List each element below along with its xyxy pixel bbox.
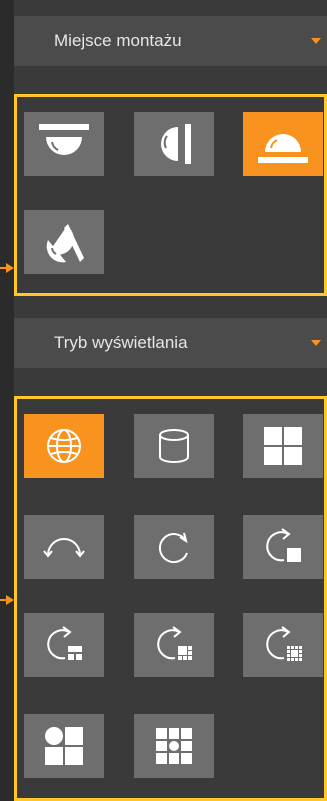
display-mode-label: Tryb wyświetlania <box>54 333 188 352</box>
360-panorama-button[interactable] <box>134 515 214 579</box>
cylinder-icon <box>159 429 189 463</box>
floor-dome-icon <box>258 134 308 163</box>
quad-mixed-icon <box>45 727 83 765</box>
360-plus-6-button[interactable] <box>134 613 214 677</box>
quad-view-button[interactable] <box>243 414 323 478</box>
display-mode-dropdown[interactable]: Tryb wyświetlania <box>14 318 327 368</box>
circular-arrow-six-icon <box>157 626 192 660</box>
fisheye-plus-3-button[interactable] <box>24 714 104 778</box>
fisheye-plus-8-button[interactable] <box>134 714 214 778</box>
wall-mount-button[interactable] <box>134 112 214 176</box>
floor-mount-button[interactable] <box>243 112 323 176</box>
chevron-down-icon <box>311 340 321 346</box>
circular-arrow-three-icon <box>47 626 82 660</box>
globe-icon <box>47 429 81 463</box>
panorama-cylinder-button[interactable] <box>134 414 214 478</box>
tilted-mount-button[interactable] <box>24 210 104 274</box>
circular-arrow-icon <box>158 532 188 563</box>
circular-arrow-single-icon <box>266 528 301 562</box>
mount-location-label: Miejsce montażu <box>54 31 182 50</box>
half-arc-arrows-icon <box>43 538 85 558</box>
quad-grid-icon <box>264 427 302 465</box>
chevron-down-icon <box>311 38 321 44</box>
fisheye-button[interactable] <box>24 414 104 478</box>
circular-arrow-eight-icon <box>266 626 302 661</box>
ceiling-mount-button[interactable] <box>24 112 104 176</box>
mount-pointer-arrow <box>6 263 14 273</box>
left-gutter <box>0 0 14 799</box>
mount-options-group <box>14 94 327 296</box>
360-plus-1-button[interactable] <box>243 515 323 579</box>
ceiling-dome-icon <box>39 124 89 155</box>
360-plus-8-button[interactable] <box>243 613 323 677</box>
360-plus-3-button[interactable] <box>24 613 104 677</box>
180-panorama-button[interactable] <box>24 515 104 579</box>
tilted-dome-icon <box>46 224 84 263</box>
wall-dome-icon <box>161 124 191 164</box>
display-options-group <box>14 396 327 801</box>
nine-grid-icon <box>156 728 192 764</box>
mount-location-dropdown[interactable]: Miejsce montażu <box>14 16 327 66</box>
display-pointer-arrow <box>6 595 14 605</box>
